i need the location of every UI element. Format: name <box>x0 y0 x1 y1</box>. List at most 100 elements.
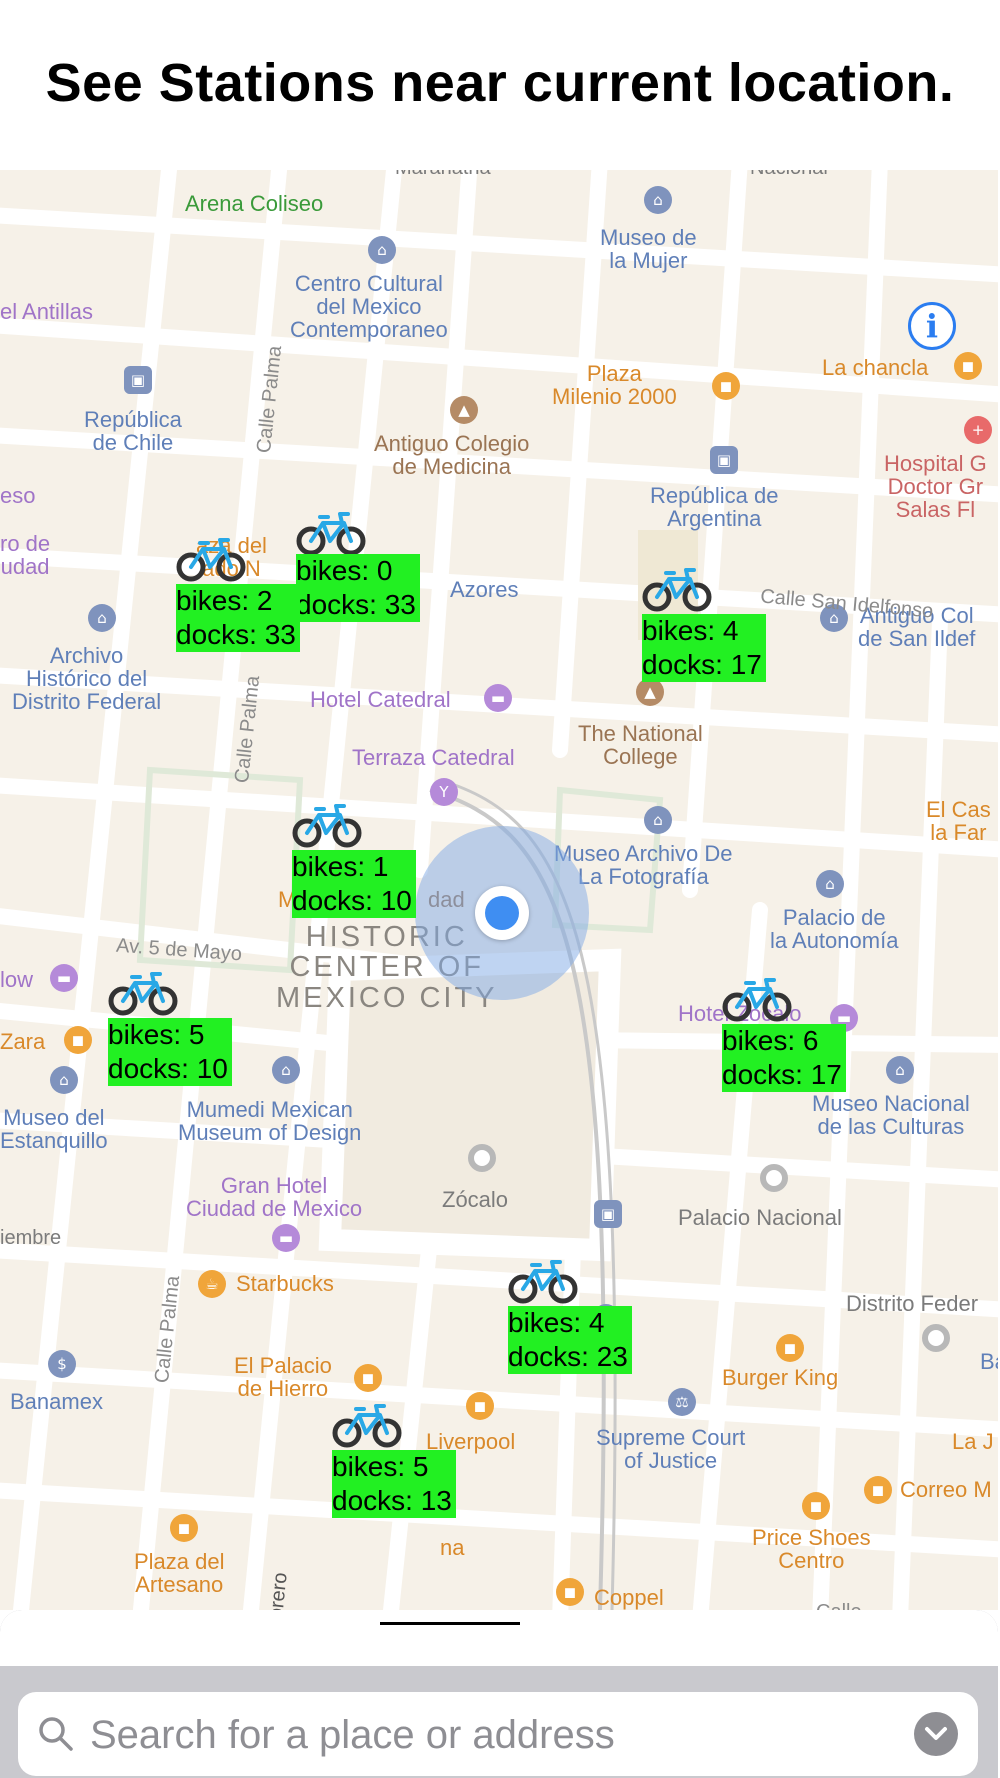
place-label: Centro Cultural del Mexico Contemporaneo <box>290 271 448 343</box>
store-icon: ◼ <box>864 1476 892 1504</box>
landmark-icon <box>922 1324 950 1352</box>
bikes-count: bikes: 4 <box>508 1307 605 1338</box>
store-icon: ◼ <box>556 1578 584 1606</box>
station-label: bikes: 4 docks: 23 <box>508 1306 632 1374</box>
place-label: Nacional <box>750 170 828 179</box>
place-label: República de Chile <box>84 407 182 456</box>
place-label: Zara <box>0 1029 46 1054</box>
place-label: Museo del Estanquillo <box>0 1105 108 1154</box>
place-label: Antiguo Colegio de Medicina <box>374 431 530 480</box>
bicycle-icon <box>722 978 792 1022</box>
docks-count: docks: 17 <box>722 1059 842 1090</box>
store-icon: ◼ <box>954 352 982 380</box>
place-label: el Antillas <box>0 299 93 324</box>
place-label: Burger King <box>722 1365 839 1390</box>
current-location-icon[interactable] <box>475 886 529 940</box>
bicycle-icon <box>642 568 712 612</box>
hotel-icon: ▬ <box>272 1224 300 1252</box>
station-label: bikes: 4 docks: 17 <box>642 614 766 682</box>
search-input[interactable] <box>88 1704 912 1766</box>
bicycle-icon <box>176 538 246 582</box>
place-label: El Cas la Far <box>926 797 991 846</box>
place-label: low <box>0 967 34 992</box>
chevron-down-icon[interactable] <box>914 1712 958 1756</box>
bicycle-icon <box>332 1404 402 1448</box>
docks-count: docks: 33 <box>296 589 416 620</box>
bus-icon: ▣ <box>594 1200 622 1228</box>
bar-icon: Y <box>430 778 458 806</box>
page-title: See Stations near current location. <box>45 53 955 113</box>
store-icon: ◼ <box>802 1492 830 1520</box>
bicycle-icon <box>108 972 178 1016</box>
docks-count: docks: 33 <box>176 619 296 650</box>
place-label: na <box>440 1535 465 1560</box>
museum-icon: ⌂ <box>886 1056 914 1084</box>
place-label: Archivo Histórico del Distrito Federal <box>12 643 162 715</box>
street-label: orero <box>265 1571 292 1610</box>
place-label: Hospital G Doctor Gr Salas Fl <box>884 451 987 523</box>
museum-icon: ⌂ <box>816 870 844 898</box>
museum-icon: ⌂ <box>50 1066 78 1094</box>
place-label: Coppel <box>594 1585 664 1610</box>
docks-count: docks: 13 <box>332 1485 452 1516</box>
store-icon: ◼ <box>712 372 740 400</box>
school-icon: ▲ <box>636 678 664 706</box>
school-icon: ▲ <box>450 396 478 424</box>
hotel-icon: ▬ <box>484 684 512 712</box>
landmark-icon <box>468 1144 496 1172</box>
place-label: Price Shoes Centro <box>752 1525 871 1574</box>
restaurant-icon: ◼ <box>776 1334 804 1362</box>
place-label: Gran Hotel Ciudad de Mexico <box>186 1173 363 1222</box>
place-label: Supreme Court of Justice <box>596 1425 746 1474</box>
cafe-icon: ☕ <box>198 1270 226 1298</box>
place-label: Hotel Catedral <box>310 687 451 712</box>
station-label: bikes: 6 docks: 17 <box>722 1024 846 1092</box>
store-icon: ◼ <box>170 1514 198 1542</box>
place-label: Museo Nacional de las Culturas <box>812 1091 970 1140</box>
store-icon: ◼ <box>354 1364 382 1392</box>
place-label: ro de udad <box>0 531 51 580</box>
bus-icon: ▣ <box>710 446 738 474</box>
museum-icon: ⌂ <box>88 604 116 632</box>
place-label: Mumedi Mexican Museum of Design <box>178 1097 362 1146</box>
store-icon: ◼ <box>466 1392 494 1420</box>
docks-count: docks: 17 <box>642 649 762 680</box>
bottom-sheet[interactable] <box>0 1610 998 1778</box>
docks-count: docks: 10 <box>292 885 412 916</box>
place-label: Palacio Nacional <box>678 1205 842 1230</box>
place-label: Starbucks <box>236 1271 334 1296</box>
street-label: Calle <box>816 1602 862 1611</box>
place-label: Correo M <box>900 1477 992 1502</box>
place-label: eso <box>0 483 36 508</box>
store-icon: ◼ <box>64 1026 92 1054</box>
map-view[interactable]: Arena Coliseo Maranatha Nacional ⌂ Museo… <box>0 170 998 1610</box>
info-icon[interactable]: i <box>908 302 956 350</box>
hotel-icon: ▬ <box>50 964 78 992</box>
place-label: Zócalo <box>442 1187 509 1212</box>
station-label: bikes: 0 docks: 33 <box>296 554 420 622</box>
search-icon <box>39 1717 73 1751</box>
place-label: Plaza Milenio 2000 <box>552 361 677 410</box>
place-label: Plaza del Artesano <box>134 1549 225 1598</box>
place-label: Banamex <box>10 1389 103 1414</box>
place-label: La chancla <box>822 355 929 380</box>
place-label: República de Argentina <box>650 483 779 532</box>
place-label: Azores <box>450 577 519 602</box>
place-label: The National College <box>578 721 703 770</box>
bikes-count: bikes: 6 <box>722 1025 819 1056</box>
bikes-count: bikes: 2 <box>176 585 273 616</box>
bikes-count: bikes: 4 <box>642 615 739 646</box>
place-label: Arena Coliseo <box>185 191 324 216</box>
court-icon: ⚖ <box>668 1388 696 1416</box>
station-label: bikes: 5 docks: 10 <box>108 1018 232 1086</box>
bicycle-icon <box>296 512 366 556</box>
place-label: La J <box>952 1429 994 1454</box>
sheet-grabber[interactable] <box>380 1622 520 1625</box>
search-bar[interactable] <box>18 1692 978 1776</box>
place-label: El Palacio de Hierro <box>234 1353 332 1402</box>
bicycle-icon <box>292 804 362 848</box>
place-label: Maranatha <box>395 170 491 179</box>
landmark-icon <box>760 1164 788 1192</box>
museum-icon: ⌂ <box>644 186 672 214</box>
place-label: Palacio de la Autonomía <box>770 905 899 954</box>
